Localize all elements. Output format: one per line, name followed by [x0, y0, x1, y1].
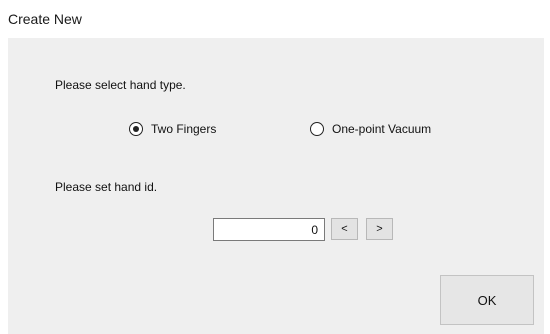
hand-id-prev-button[interactable]: <	[331, 218, 358, 240]
ok-button[interactable]: OK	[440, 275, 534, 325]
hand-id-input[interactable]	[213, 218, 325, 241]
hand-id-prompt: Please set hand id.	[55, 180, 158, 194]
radio-one-point-vacuum[interactable]: One-point Vacuum	[310, 122, 431, 136]
radio-unselected-icon	[310, 122, 324, 136]
title-bar: Create New	[0, 0, 550, 38]
radio-one-point-vacuum-label: One-point Vacuum	[332, 122, 432, 136]
radio-two-fingers[interactable]: Two Fingers	[129, 122, 216, 136]
radio-selected-icon	[129, 122, 143, 136]
radio-two-fingers-label: Two Fingers	[151, 122, 217, 136]
hand-type-prompt: Please select hand type.	[55, 78, 186, 92]
window-title: Create New	[8, 11, 82, 27]
hand-id-next-button[interactable]: >	[366, 218, 393, 240]
